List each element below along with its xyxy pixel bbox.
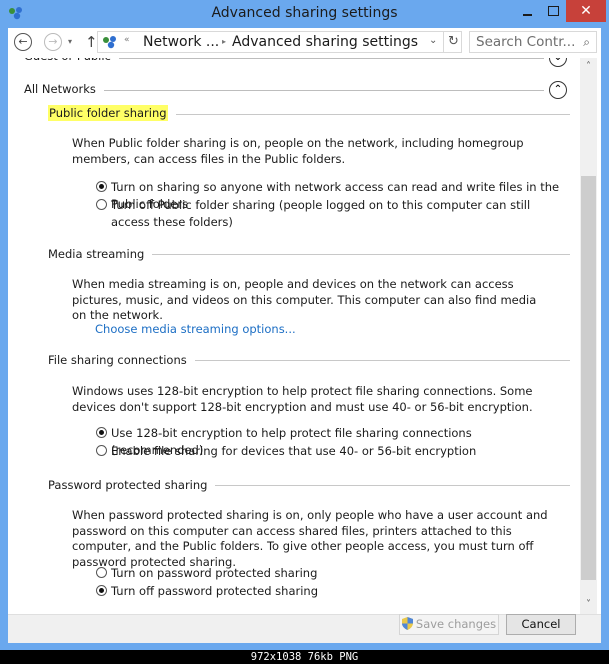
media-streaming-options-link[interactable]: Choose media streaming options... xyxy=(95,322,296,336)
chevron-up-icon: ˄ xyxy=(586,61,591,72)
public-folder-description: When Public folder sharing is on, people… xyxy=(72,136,524,166)
minimize-icon xyxy=(522,14,532,16)
settings-content: Guest or Public ⌄ All Networks ⌃ Public … xyxy=(8,58,580,614)
minimize-button[interactable] xyxy=(514,0,540,22)
network-sharing-icon xyxy=(103,36,116,49)
breadcrumb-overflow-icon[interactable]: « xyxy=(124,35,130,45)
radio-40-56-bit-encryption[interactable]: Enable file sharing for devices that use… xyxy=(96,443,566,460)
search-input[interactable]: Search Contr... ⌕ xyxy=(469,31,597,53)
up-arrow-icon: ↑ xyxy=(85,33,98,51)
radio-label: Enable file sharing for devices that use… xyxy=(111,444,477,458)
maximize-button[interactable] xyxy=(540,0,566,22)
refresh-button[interactable]: ↻ xyxy=(443,32,463,52)
save-changes-button[interactable]: Save changes xyxy=(399,614,499,635)
cancel-button[interactable]: Cancel xyxy=(506,614,576,635)
radio-button-selected[interactable] xyxy=(96,427,107,438)
radio-button[interactable] xyxy=(96,445,107,456)
refresh-icon: ↻ xyxy=(448,34,459,49)
collapse-all-networks-button[interactable]: ⌃ xyxy=(549,81,567,99)
radio-label: Turn off Public folder sharing (people l… xyxy=(111,198,531,229)
address-dropdown-icon[interactable]: ⌄ xyxy=(429,35,437,46)
radio-button[interactable] xyxy=(96,199,107,210)
media-streaming-heading: Media streaming xyxy=(48,247,153,261)
search-icon[interactable]: ⌕ xyxy=(583,35,590,50)
close-icon: ✕ xyxy=(580,3,592,19)
search-placeholder: Search Contr... xyxy=(476,34,576,50)
chevron-down-icon: ▾ xyxy=(68,37,73,46)
highlighted-heading-text: Public folder sharing xyxy=(48,105,168,121)
radio-password-on[interactable]: Turn on password protected sharing xyxy=(96,565,566,582)
window: Advanced sharing settings ✕ ← → ▾ ↑ « Ne… xyxy=(0,0,609,650)
back-button[interactable]: ← xyxy=(14,33,32,51)
forward-arrow-icon: → xyxy=(48,35,58,48)
title-bar[interactable]: Advanced sharing settings ✕ xyxy=(0,0,609,28)
forward-button[interactable]: → xyxy=(44,33,62,51)
expand-guest-public-button[interactable]: ⌄ xyxy=(549,58,567,67)
recent-locations-button[interactable]: ▾ xyxy=(68,37,72,46)
radio-public-folder-off[interactable]: Turn off Public folder sharing (people l… xyxy=(96,197,566,230)
profile-all-networks-heading[interactable]: All Networks xyxy=(24,82,104,96)
address-bar[interactable]: « Network ... ▸ Advanced sharing setting… xyxy=(97,31,462,53)
scrollbar-thumb[interactable] xyxy=(581,176,596,580)
profile-guest-public-heading[interactable]: Guest or Public xyxy=(24,58,119,63)
radio-password-off[interactable]: Turn off password protected sharing xyxy=(96,583,566,600)
chevron-down-icon: ⌄ xyxy=(554,58,562,63)
radio-button-selected[interactable] xyxy=(96,181,107,192)
window-client: ← → ▾ ↑ « Network ... ▸ Advanced sharing… xyxy=(8,28,601,643)
public-folder-sharing-heading: Public folder sharing xyxy=(48,105,176,121)
back-arrow-icon: ← xyxy=(18,35,28,48)
vertical-scrollbar[interactable]: ˄ ˅ xyxy=(580,58,597,614)
scroll-up-button[interactable]: ˄ xyxy=(580,58,597,74)
radio-label: Turn on password protected sharing xyxy=(111,566,318,580)
chevron-up-icon: ⌃ xyxy=(553,84,563,95)
media-streaming-description: When media streaming is on, people and d… xyxy=(72,277,537,322)
scroll-down-button[interactable]: ˅ xyxy=(580,598,597,614)
cancel-label: Cancel xyxy=(521,617,561,631)
save-changes-label: Save changes xyxy=(415,617,497,631)
radio-button[interactable] xyxy=(96,567,107,578)
breadcrumb-network[interactable]: Network ... xyxy=(143,34,219,50)
dialog-footer: Save changes Cancel xyxy=(8,614,601,643)
maximize-icon xyxy=(547,6,559,16)
breadcrumb-advanced-sharing[interactable]: Advanced sharing settings xyxy=(232,34,418,50)
breadcrumb-separator-icon[interactable]: ▸ xyxy=(222,37,226,46)
close-button[interactable]: ✕ xyxy=(566,0,606,22)
up-button[interactable]: ↑ xyxy=(85,33,98,51)
chevron-down-icon: ˅ xyxy=(586,599,591,610)
image-info-bar: 972x1038 76kb PNG xyxy=(0,650,609,664)
uac-shield-icon xyxy=(401,617,413,630)
navigation-bar: ← → ▾ ↑ « Network ... ▸ Advanced sharing… xyxy=(8,28,601,58)
password-protected-sharing-heading: Password protected sharing xyxy=(48,478,216,492)
radio-label: Turn off password protected sharing xyxy=(111,584,318,598)
file-sharing-description: Windows uses 128-bit encryption to help … xyxy=(72,384,533,414)
radio-button-selected[interactable] xyxy=(96,585,107,596)
password-protected-description: When password protected sharing is on, o… xyxy=(72,508,548,569)
file-sharing-connections-heading: File sharing connections xyxy=(48,353,195,367)
